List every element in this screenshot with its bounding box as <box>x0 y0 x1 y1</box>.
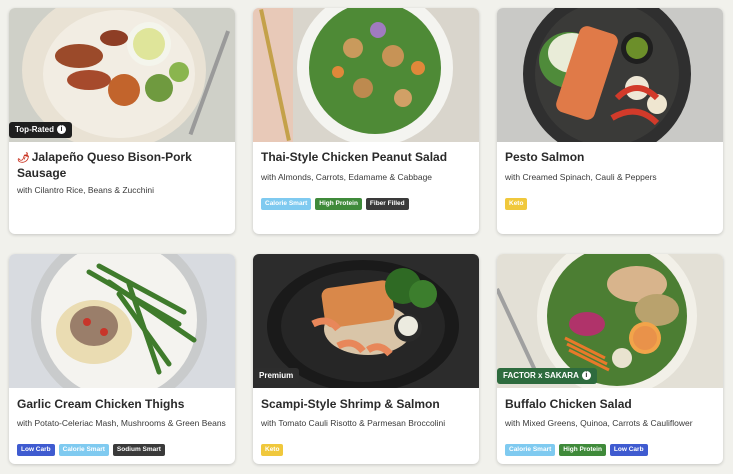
tag-keto: Keto <box>505 198 528 210</box>
tag-low-carb: Low Carb <box>17 444 55 456</box>
meal-card[interactable]: Pesto Salmon with Creamed Spinach, Cauli… <box>497 8 723 234</box>
meal-subtitle: with Mixed Greens, Quinoa, Carrots & Cau… <box>505 418 693 428</box>
meal-subtitle: with Almonds, Carrots, Edamame & Cabbage <box>261 172 433 182</box>
meal-card[interactable]: FACTOR x SAKARA i Buffalo Chicken Salad w… <box>497 254 723 464</box>
tag-sodium-smart: Sodium Smart <box>112 444 165 456</box>
diet-tags: Low Carb Calorie Smart Sodium Smart <box>17 444 227 456</box>
meal-title[interactable]: Buffalo Chicken Salad <box>505 397 715 412</box>
top-rated-badge: Top-Rated i <box>9 122 72 138</box>
meal-subtitle: with Cilantro Rice, Beans & Zucchini <box>17 185 155 195</box>
meal-card[interactable]: Top-Rated i 🌶 Jalapeño Queso Bison-Pork Sa… <box>9 8 235 234</box>
meal-title[interactable]: Scampi-Style Shrimp & Salmon <box>261 397 471 412</box>
meal-card[interactable]: Garlic Cream Chicken Thighs with Potato-… <box>9 254 235 464</box>
tag-high-protein: High Protein <box>559 444 606 456</box>
factor-sakara-badge: FACTOR x SAKARA i <box>497 368 597 384</box>
flag-label: Top-Rated <box>15 125 54 134</box>
meal-image <box>9 254 235 388</box>
tag-fiber-filled: Fiber Filled <box>365 198 409 210</box>
diet-tags: Keto <box>505 198 715 210</box>
tag-keto: Keto <box>261 444 284 456</box>
tag-low-carb: Low Carb <box>609 444 648 456</box>
meal-subtitle: with Potato-Celeriac Mash, Mushrooms & G… <box>17 418 226 428</box>
meal-title[interactable]: Garlic Cream Chicken Thighs <box>17 397 227 412</box>
meal-title-text: Jalapeño Queso Bison-Pork Sausage <box>17 150 192 180</box>
meal-subtitle: with Tomato Cauli Risotto & Parmesan Bro… <box>261 418 446 428</box>
meal-card[interactable]: Thai-Style Chicken Peanut Salad with Alm… <box>253 8 479 234</box>
meal-card[interactable]: Premium Scampi-Style Shrimp & Salmon wit… <box>253 254 479 464</box>
meal-title[interactable]: 🌶 Jalapeño Queso Bison-Pork Sausage <box>17 150 227 181</box>
tag-high-protein: High Protein <box>315 198 362 210</box>
meal-subtitle: with Creamed Spinach, Cauli & Peppers <box>505 172 657 182</box>
meal-title[interactable]: Thai-Style Chicken Peanut Salad <box>261 150 471 165</box>
flag-label: Premium <box>259 371 294 380</box>
tag-calorie-smart: Calorie Smart <box>505 444 556 456</box>
diet-tags: Keto <box>261 444 471 456</box>
info-icon[interactable]: i <box>56 125 66 135</box>
meal-image <box>253 8 479 142</box>
info-icon[interactable]: i <box>581 371 591 381</box>
meal-title[interactable]: Pesto Salmon <box>505 150 715 165</box>
premium-badge: Premium <box>253 368 300 384</box>
meal-image <box>497 8 723 142</box>
chili-pepper-icon: 🌶 <box>17 153 30 164</box>
tag-calorie-smart: Calorie Smart <box>58 444 109 456</box>
diet-tags: Calorie Smart High Protein Low Carb <box>505 444 715 456</box>
diet-tags: Calorie Smart High Protein Fiber Filled <box>261 198 471 210</box>
flag-label: FACTOR x SAKARA <box>503 371 579 380</box>
tag-calorie-smart: Calorie Smart <box>261 198 312 210</box>
